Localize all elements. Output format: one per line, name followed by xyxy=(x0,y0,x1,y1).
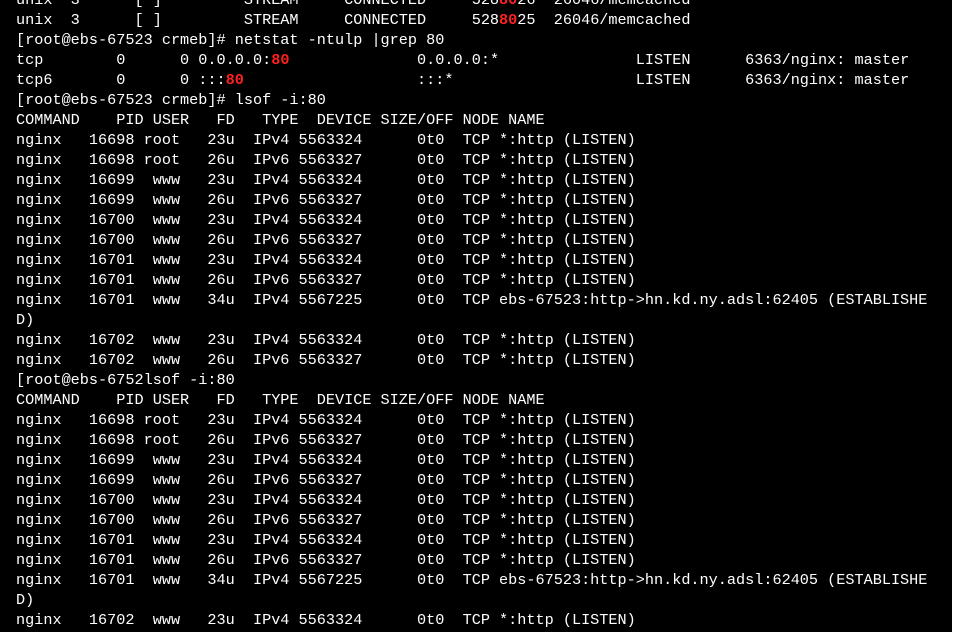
terminal-text: nginx 16698 root 23u IPv4 5563324 0t0 TC… xyxy=(16,411,636,429)
terminal-text: tcp6 0 0 ::: xyxy=(16,71,226,89)
terminal-line: nginx 16701 www 23u IPv4 5563324 0t0 TCP… xyxy=(16,530,941,550)
terminal-line: nginx 16699 www 23u IPv4 5563324 0t0 TCP… xyxy=(16,170,941,190)
terminal-line: nginx 16701 www 23u IPv4 5563324 0t0 TCP… xyxy=(16,250,941,270)
terminal-text: tcp 0 0 0.0.0.0: xyxy=(16,51,272,69)
terminal-line: nginx 16701 www 26u IPv6 5563327 0t0 TCP… xyxy=(16,270,941,290)
terminal-text: nginx 16700 www 26u IPv6 5563327 0t0 TCP… xyxy=(16,511,636,529)
terminal-line: nginx 16701 www 26u IPv6 5563327 0t0 TCP… xyxy=(16,550,941,570)
terminal-line: nginx 16699 www 26u IPv6 5563327 0t0 TCP… xyxy=(16,190,941,210)
terminal-line: D) xyxy=(16,590,941,610)
terminal-text: nginx 16699 www 26u IPv6 5563327 0t0 TCP… xyxy=(16,471,636,489)
terminal-text: [root@ebs-67523 crmeb]# lsof -i:80 xyxy=(16,91,326,109)
terminal-line: nginx 16700 www 23u IPv4 5563324 0t0 TCP… xyxy=(16,210,941,230)
terminal-line: nginx 16699 www 23u IPv4 5563324 0t0 TCP… xyxy=(16,450,941,470)
terminal-text: [root@ebs-6752lsof -i:80 xyxy=(16,371,235,389)
terminal-line: [root@ebs-6752lsof -i:80 xyxy=(16,370,941,390)
terminal-text: nginx 16699 www 23u IPv4 5563324 0t0 TCP… xyxy=(16,451,636,469)
terminal-text: 25 26046/memcached xyxy=(517,11,691,29)
terminal-text: nginx 16698 root 23u IPv4 5563324 0t0 TC… xyxy=(16,131,636,149)
highlighted-match: 80 xyxy=(499,11,518,29)
terminal-text: nginx 16702 www 23u IPv4 5563324 0t0 TCP… xyxy=(16,331,636,349)
terminal-line: COMMAND PID USER FD TYPE DEVICE SIZE/OFF… xyxy=(16,390,941,410)
highlighted-match: 80 xyxy=(499,0,518,9)
terminal-text: nginx 16701 www 23u IPv4 5563324 0t0 TCP… xyxy=(16,531,636,549)
highlighted-match: 80 xyxy=(271,51,290,69)
terminal-window[interactable]: unix 3 [ ] STREAM CONNECTED 5288026 2604… xyxy=(0,0,955,632)
terminal-text: nginx 16702 www 26u IPv6 5563327 0t0 TCP… xyxy=(16,351,636,369)
terminal-text: 0.0.0.0:* LISTEN 6363/nginx: master xyxy=(289,51,910,69)
terminal-line: COMMAND PID USER FD TYPE DEVICE SIZE/OFF… xyxy=(16,110,941,130)
terminal-text: nginx 16701 www 23u IPv4 5563324 0t0 TCP… xyxy=(16,251,636,269)
terminal-line: nginx 16698 root 26u IPv6 5563327 0t0 TC… xyxy=(16,430,941,450)
terminal-text: nginx 16702 www 23u IPv4 5563324 0t0 TCP… xyxy=(16,611,636,629)
terminal-text: nginx 16698 root 26u IPv6 5563327 0t0 TC… xyxy=(16,151,636,169)
terminal-line: nginx 16701 www 34u IPv4 5567225 0t0 TCP… xyxy=(16,290,941,310)
terminal-text: nginx 16699 www 23u IPv4 5563324 0t0 TCP… xyxy=(16,171,636,189)
terminal-output: unix 3 [ ] STREAM CONNECTED 5288026 2604… xyxy=(16,0,941,630)
terminal-line: nginx 16700 www 23u IPv4 5563324 0t0 TCP… xyxy=(16,490,941,510)
terminal-text: COMMAND PID USER FD TYPE DEVICE SIZE/OFF… xyxy=(16,391,545,409)
terminal-line: nginx 16700 www 26u IPv6 5563327 0t0 TCP… xyxy=(16,230,941,250)
terminal-line: tcp6 0 0 :::80 :::* LISTEN 6363/nginx: m… xyxy=(16,70,941,90)
terminal-line: nginx 16699 www 26u IPv6 5563327 0t0 TCP… xyxy=(16,470,941,490)
terminal-text: D) xyxy=(16,591,35,609)
terminal-text: unix 3 [ ] STREAM CONNECTED 528 xyxy=(16,0,500,9)
terminal-line: nginx 16702 www 23u IPv4 5563324 0t0 TCP… xyxy=(16,330,941,350)
terminal-line: nginx 16698 root 26u IPv6 5563327 0t0 TC… xyxy=(16,150,941,170)
terminal-text: nginx 16698 root 26u IPv6 5563327 0t0 TC… xyxy=(16,431,636,449)
terminal-text: nginx 16700 www 26u IPv6 5563327 0t0 TCP… xyxy=(16,231,636,249)
terminal-line: nginx 16698 root 23u IPv4 5563324 0t0 TC… xyxy=(16,410,941,430)
terminal-line: nginx 16702 www 23u IPv4 5563324 0t0 TCP… xyxy=(16,610,941,630)
terminal-text: nginx 16700 www 23u IPv4 5563324 0t0 TCP… xyxy=(16,211,636,229)
terminal-line: nginx 16700 www 26u IPv6 5563327 0t0 TCP… xyxy=(16,510,941,530)
terminal-line: D) xyxy=(16,310,941,330)
terminal-text: nginx 16701 www 34u IPv4 5567225 0t0 TCP… xyxy=(16,571,928,589)
terminal-line: nginx 16701 www 34u IPv4 5567225 0t0 TCP… xyxy=(16,570,941,590)
terminal-line: [root@ebs-67523 crmeb]# netstat -ntulp |… xyxy=(16,30,941,50)
terminal-line: nginx 16702 www 26u IPv6 5563327 0t0 TCP… xyxy=(16,350,941,370)
terminal-text: COMMAND PID USER FD TYPE DEVICE SIZE/OFF… xyxy=(16,111,545,129)
terminal-text: nginx 16701 www 34u IPv4 5567225 0t0 TCP… xyxy=(16,291,928,309)
terminal-line: unix 3 [ ] STREAM CONNECTED 5288026 2604… xyxy=(16,0,941,10)
terminal-text: D) xyxy=(16,311,35,329)
terminal-line: unix 3 [ ] STREAM CONNECTED 5288025 2604… xyxy=(16,10,941,30)
terminal-line: nginx 16698 root 23u IPv4 5563324 0t0 TC… xyxy=(16,130,941,150)
highlighted-match: 80 xyxy=(225,71,244,89)
terminal-line: tcp 0 0 0.0.0.0:80 0.0.0.0:* LISTEN 6363… xyxy=(16,50,941,70)
terminal-text: nginx 16701 www 26u IPv6 5563327 0t0 TCP… xyxy=(16,551,636,569)
terminal-text: unix 3 [ ] STREAM CONNECTED 528 xyxy=(16,11,500,29)
terminal-text: nginx 16699 www 26u IPv6 5563327 0t0 TCP… xyxy=(16,191,636,209)
terminal-text: :::* LISTEN 6363/nginx: master xyxy=(243,71,910,89)
terminal-text: [root@ebs-67523 crmeb]# netstat -ntulp |… xyxy=(16,31,445,49)
terminal-line: [root@ebs-67523 crmeb]# lsof -i:80 xyxy=(16,90,941,110)
terminal-text: nginx 16700 www 23u IPv4 5563324 0t0 TCP… xyxy=(16,491,636,509)
terminal-text: nginx 16701 www 26u IPv6 5563327 0t0 TCP… xyxy=(16,271,636,289)
terminal-text: 26 26046/memcached xyxy=(517,0,691,9)
